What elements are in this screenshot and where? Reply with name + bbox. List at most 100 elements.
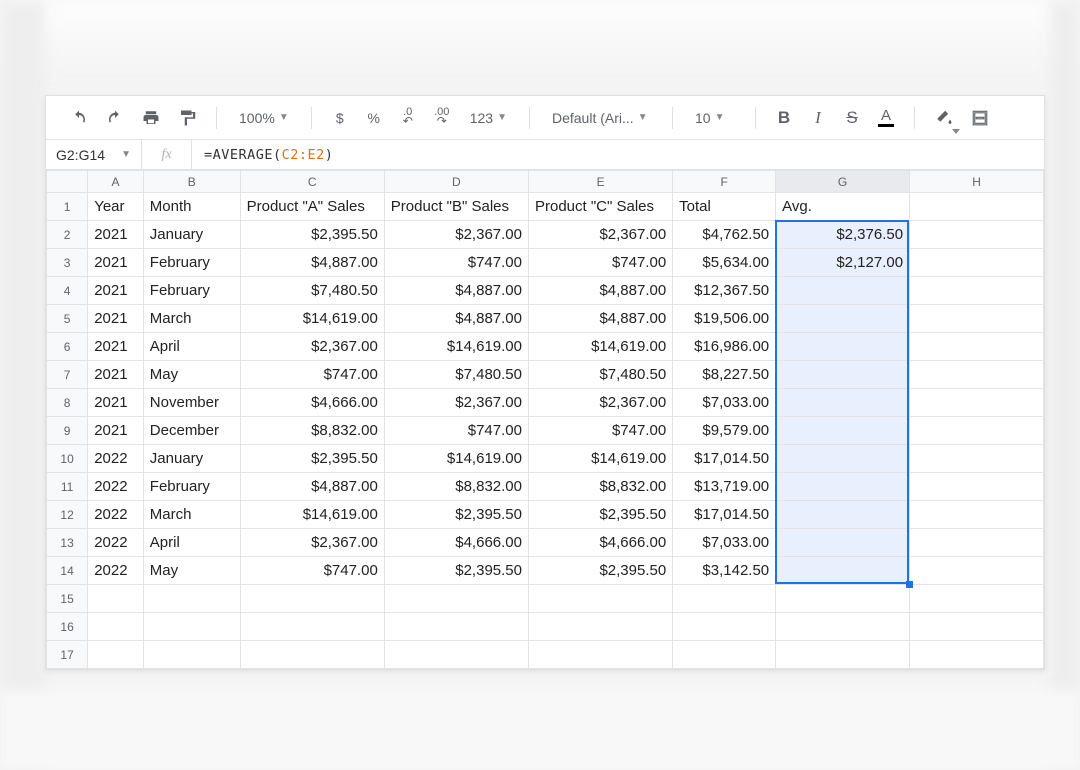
font-dropdown[interactable]: Default (Ari... ▼ bbox=[546, 104, 656, 132]
cell-G17[interactable] bbox=[776, 641, 910, 669]
row-header-7[interactable]: 7 bbox=[47, 361, 88, 389]
cell-A2[interactable]: 2021 bbox=[88, 221, 144, 249]
cell-F5[interactable]: $19,506.00 bbox=[673, 305, 776, 333]
cell-B4[interactable]: February bbox=[143, 277, 240, 305]
grid[interactable]: ABCDEFGH1YearMonthProduct "A" SalesProdu… bbox=[46, 170, 1044, 669]
row-header-2[interactable]: 2 bbox=[47, 221, 88, 249]
cell-E16[interactable] bbox=[528, 613, 672, 641]
cell-C3[interactable]: $4,887.00 bbox=[240, 249, 384, 277]
cell-E1[interactable]: Product "C" Sales bbox=[528, 193, 672, 221]
cell-H3[interactable] bbox=[910, 249, 1044, 277]
cell-G10[interactable] bbox=[776, 445, 910, 473]
cell-D4[interactable]: $4,887.00 bbox=[384, 277, 528, 305]
font-size-dropdown[interactable]: 10 ▼ bbox=[689, 104, 739, 132]
cell-H7[interactable] bbox=[910, 361, 1044, 389]
row-header-12[interactable]: 12 bbox=[47, 501, 88, 529]
cell-B5[interactable]: March bbox=[143, 305, 240, 333]
column-header-F[interactable]: F bbox=[673, 171, 776, 193]
cell-D1[interactable]: Product "B" Sales bbox=[384, 193, 528, 221]
column-header-G[interactable]: G bbox=[776, 171, 910, 193]
cell-D17[interactable] bbox=[384, 641, 528, 669]
cell-E10[interactable]: $14,619.00 bbox=[528, 445, 672, 473]
row-header-9[interactable]: 9 bbox=[47, 417, 88, 445]
cell-C16[interactable] bbox=[240, 613, 384, 641]
cell-F13[interactable]: $7,033.00 bbox=[673, 529, 776, 557]
cell-H10[interactable] bbox=[910, 445, 1044, 473]
cell-E15[interactable] bbox=[528, 585, 672, 613]
column-header-H[interactable]: H bbox=[910, 171, 1044, 193]
cell-C2[interactable]: $2,395.50 bbox=[240, 221, 384, 249]
cell-E13[interactable]: $4,666.00 bbox=[528, 529, 672, 557]
cell-E8[interactable]: $2,367.00 bbox=[528, 389, 672, 417]
cell-D15[interactable] bbox=[384, 585, 528, 613]
bold-button[interactable]: B bbox=[772, 104, 796, 132]
cell-A1[interactable]: Year bbox=[88, 193, 144, 221]
cell-D3[interactable]: $747.00 bbox=[384, 249, 528, 277]
cell-B8[interactable]: November bbox=[143, 389, 240, 417]
cell-A5[interactable]: 2021 bbox=[88, 305, 144, 333]
cell-H11[interactable] bbox=[910, 473, 1044, 501]
cell-G1[interactable]: Avg. bbox=[776, 193, 910, 221]
cell-F7[interactable]: $8,227.50 bbox=[673, 361, 776, 389]
cell-G3[interactable]: $2,127.00 bbox=[776, 249, 910, 277]
cell-E12[interactable]: $2,395.50 bbox=[528, 501, 672, 529]
cell-H13[interactable] bbox=[910, 529, 1044, 557]
fill-color-button[interactable] bbox=[931, 104, 957, 132]
cell-F2[interactable]: $4,762.50 bbox=[673, 221, 776, 249]
formula-input[interactable]: =AVERAGE(C2:E2) bbox=[192, 147, 1044, 163]
cell-D14[interactable]: $2,395.50 bbox=[384, 557, 528, 585]
cell-E9[interactable]: $747.00 bbox=[528, 417, 672, 445]
cell-B2[interactable]: January bbox=[143, 221, 240, 249]
paint-format-button[interactable] bbox=[174, 104, 200, 132]
cell-B6[interactable]: April bbox=[143, 333, 240, 361]
column-header-A[interactable]: A bbox=[88, 171, 144, 193]
cell-H15[interactable] bbox=[910, 585, 1044, 613]
cell-G14[interactable] bbox=[776, 557, 910, 585]
cell-C9[interactable]: $8,832.00 bbox=[240, 417, 384, 445]
cell-D2[interactable]: $2,367.00 bbox=[384, 221, 528, 249]
cell-F9[interactable]: $9,579.00 bbox=[673, 417, 776, 445]
row-header-16[interactable]: 16 bbox=[47, 613, 88, 641]
cell-E5[interactable]: $4,887.00 bbox=[528, 305, 672, 333]
cell-F6[interactable]: $16,986.00 bbox=[673, 333, 776, 361]
cell-H2[interactable] bbox=[910, 221, 1044, 249]
cell-F11[interactable]: $13,719.00 bbox=[673, 473, 776, 501]
cell-B14[interactable]: May bbox=[143, 557, 240, 585]
format-percent-button[interactable]: % bbox=[362, 104, 386, 132]
cell-E6[interactable]: $14,619.00 bbox=[528, 333, 672, 361]
cell-H17[interactable] bbox=[910, 641, 1044, 669]
cell-A14[interactable]: 2022 bbox=[88, 557, 144, 585]
cell-B11[interactable]: February bbox=[143, 473, 240, 501]
cell-G7[interactable] bbox=[776, 361, 910, 389]
row-header-10[interactable]: 10 bbox=[47, 445, 88, 473]
cell-F16[interactable] bbox=[673, 613, 776, 641]
cell-H4[interactable] bbox=[910, 277, 1044, 305]
cell-D16[interactable] bbox=[384, 613, 528, 641]
cell-D8[interactable]: $2,367.00 bbox=[384, 389, 528, 417]
cell-C10[interactable]: $2,395.50 bbox=[240, 445, 384, 473]
cell-F8[interactable]: $7,033.00 bbox=[673, 389, 776, 417]
cell-B10[interactable]: January bbox=[143, 445, 240, 473]
row-header-1[interactable]: 1 bbox=[47, 193, 88, 221]
cell-G2[interactable]: $2,376.50 bbox=[776, 221, 910, 249]
cell-G16[interactable] bbox=[776, 613, 910, 641]
cell-E14[interactable]: $2,395.50 bbox=[528, 557, 672, 585]
cell-C17[interactable] bbox=[240, 641, 384, 669]
cell-C7[interactable]: $747.00 bbox=[240, 361, 384, 389]
cell-A4[interactable]: 2021 bbox=[88, 277, 144, 305]
cell-D6[interactable]: $14,619.00 bbox=[384, 333, 528, 361]
text-color-button[interactable]: A bbox=[874, 104, 898, 132]
cell-F14[interactable]: $3,142.50 bbox=[673, 557, 776, 585]
cell-D11[interactable]: $8,832.00 bbox=[384, 473, 528, 501]
select-all-corner[interactable] bbox=[47, 171, 88, 193]
italic-button[interactable]: I bbox=[806, 104, 830, 132]
cell-C11[interactable]: $4,887.00 bbox=[240, 473, 384, 501]
name-box[interactable]: G2:G14 ▼ bbox=[46, 140, 142, 169]
cell-H5[interactable] bbox=[910, 305, 1044, 333]
cell-B13[interactable]: April bbox=[143, 529, 240, 557]
cell-F15[interactable] bbox=[673, 585, 776, 613]
cell-H9[interactable] bbox=[910, 417, 1044, 445]
cell-A13[interactable]: 2022 bbox=[88, 529, 144, 557]
cell-F12[interactable]: $17,014.50 bbox=[673, 501, 776, 529]
cell-G15[interactable] bbox=[776, 585, 910, 613]
